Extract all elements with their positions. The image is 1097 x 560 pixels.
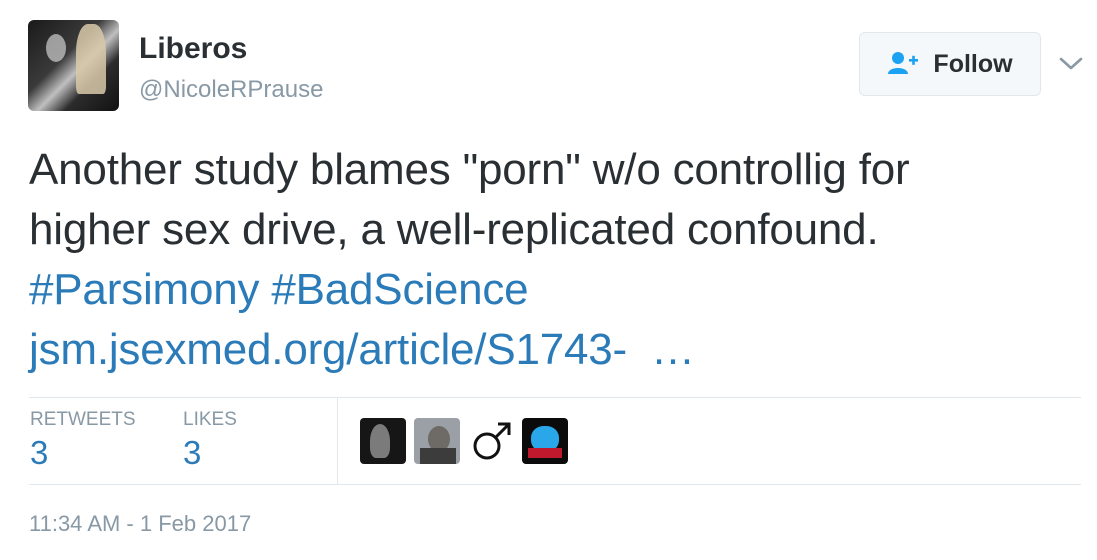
hashtag-link[interactable]: #BadScience [271, 265, 528, 314]
liker-avatars [360, 418, 568, 464]
male-symbol-icon [473, 422, 511, 460]
user-display-name[interactable]: Liberos [139, 32, 247, 66]
tweet-line: higher sex drive, a well-replicated conf… [29, 205, 879, 254]
divider [337, 397, 338, 485]
hashtag-link[interactable]: #Parsimony [29, 265, 260, 314]
retweets-label: RETWEETS [30, 409, 136, 430]
divider [29, 484, 1081, 485]
user-avatar[interactable] [28, 20, 119, 111]
add-user-icon [887, 50, 919, 78]
avatar-detail [420, 448, 456, 464]
liker-avatar[interactable] [414, 418, 460, 464]
tweet-url-line: jsm.jsexmed.org/article/S1743- … [29, 320, 1069, 380]
likes-count[interactable]: 3 [183, 434, 201, 472]
avatar-detail [46, 34, 66, 62]
avatar-detail [370, 424, 390, 458]
retweets-count[interactable]: 3 [30, 434, 48, 472]
likes-label: LIKES [183, 409, 237, 430]
tweet-line: Another study blames "porn" w/o controll… [29, 145, 910, 194]
avatar-detail [528, 448, 562, 458]
tweet-hashtags: #Parsimony #BadScience [29, 260, 1069, 320]
chevron-down-icon[interactable] [1058, 52, 1084, 74]
liker-avatar[interactable] [468, 418, 514, 464]
liker-avatar[interactable] [360, 418, 406, 464]
article-link[interactable]: jsm.jsexmed.org/article/S1743- … [29, 325, 695, 374]
user-handle[interactable]: @NicoleRPrause [139, 76, 323, 104]
tweet-timestamp[interactable]: 11:34 AM - 1 Feb 2017 [29, 511, 251, 537]
divider [29, 397, 1081, 398]
avatar-detail [76, 24, 106, 94]
tweet-text: Another study blames "porn" w/o controll… [29, 140, 1069, 380]
follow-button[interactable]: Follow [859, 32, 1041, 96]
follow-button-label: Follow [933, 49, 1013, 78]
liker-avatar[interactable] [522, 418, 568, 464]
